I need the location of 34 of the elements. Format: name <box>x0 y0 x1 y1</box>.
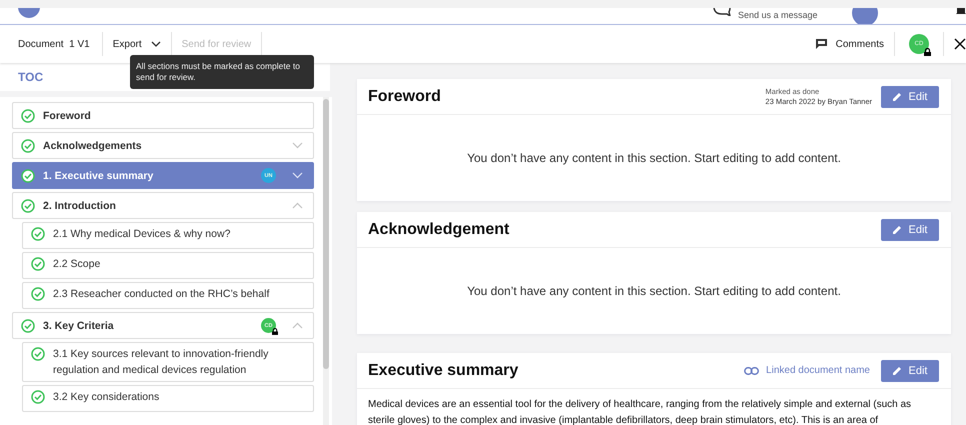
link-icon <box>744 366 760 374</box>
edit-button[interactable]: Edit <box>881 86 939 108</box>
pencil-icon <box>892 366 902 375</box>
toc-subitem[interactable]: 3.2 Key considerations <box>22 385 314 412</box>
comment-icon <box>816 39 827 49</box>
chat-bubble-icon[interactable] <box>713 8 731 16</box>
comments-button[interactable]: Comments <box>806 38 894 50</box>
linked-document-link[interactable]: Linked document name <box>744 365 870 376</box>
pencil-icon <box>892 225 902 234</box>
close-icon[interactable] <box>954 38 966 50</box>
toc-subitem[interactable]: 2.3 Reseacher conducted on the RHC’s behalf <box>22 282 314 309</box>
empty-message: You don’t have any content in this section. Start editing to add content. <box>467 284 841 298</box>
toc-subitem[interactable]: 3.1 Key sources relevant to innovation-friendly regulation and medical devices regulation <box>22 342 314 382</box>
pencil-icon <box>892 92 902 101</box>
edit-button[interactable]: Edit <box>881 360 939 382</box>
document-title: Document 1 V1 <box>18 38 91 50</box>
chevron-down-icon[interactable] <box>292 172 303 179</box>
toc-title: TOC <box>18 70 44 84</box>
empty-message: You don’t have any content in this section. Start editing to add content. <box>467 151 841 165</box>
edit-button[interactable]: Edit <box>881 218 939 240</box>
toc-item[interactable]: Foreword <box>12 102 314 129</box>
chevron-down-icon <box>150 41 161 47</box>
toc-subitem[interactable]: 2.2 Scope <box>22 252 314 279</box>
tooltip: All sections must be marked as complete to send for review. <box>130 55 314 89</box>
message-link[interactable]: Send us a message <box>738 10 818 20</box>
scrollbar[interactable] <box>323 97 329 425</box>
toc-item[interactable]: 2. Introduction <box>12 192 314 219</box>
section-title: Foreword <box>368 88 441 106</box>
toc-subitem[interactable]: 2.1 Why medical Devices & why now? <box>22 222 314 249</box>
section-text: Medical devices are an essential tool for the delivery of healthcare, ranging from the relatively simple and external (such as sterile gloves) to the complex and invasive (implantable defibrillators, deep brain stimulators, etc). This is an area of <box>368 398 912 425</box>
section-title: Acknowledgement <box>368 220 510 238</box>
toc-item[interactable]: Acknolwedgements <box>12 132 314 159</box>
section-title: Executive summary <box>368 362 518 380</box>
export-button[interactable]: Export <box>102 38 171 50</box>
